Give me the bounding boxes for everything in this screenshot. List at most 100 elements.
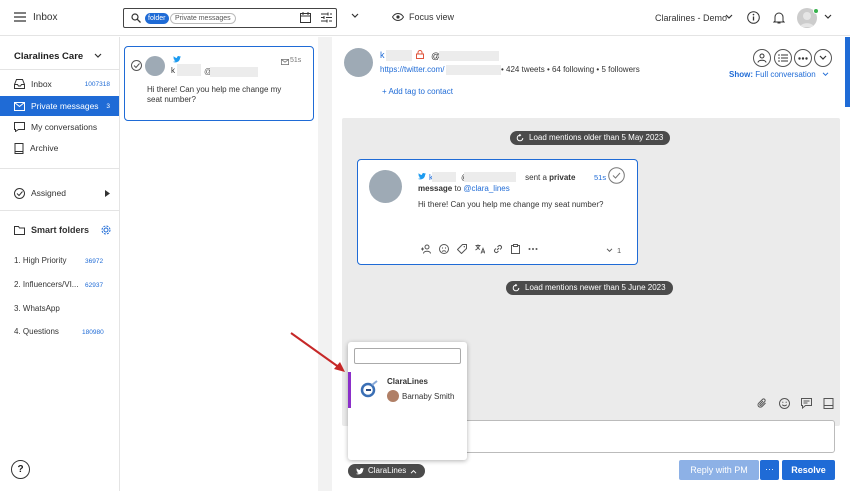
contact-profile-button[interactable] — [753, 49, 771, 67]
avatar — [369, 170, 402, 203]
add-tag-link[interactable]: + Add tag to contact — [382, 87, 453, 96]
load-newer-button[interactable]: Load mentions newer than 5 June 2023 — [506, 281, 673, 295]
sidebar-item-label: Private messages — [31, 101, 99, 111]
paperclip-icon[interactable] — [757, 398, 768, 409]
more-reply-options-button[interactable]: ··· — [760, 460, 779, 480]
channel-option-claralines[interactable]: ClaraLines Barnaby Smith — [348, 372, 467, 408]
channel-dropdown: ClaraLines Barnaby Smith — [348, 342, 467, 460]
smart-folders-header[interactable]: Smart folders — [0, 220, 119, 240]
bell-icon[interactable] — [773, 11, 785, 24]
annotation-arrow-icon — [290, 332, 345, 372]
search-input[interactable]: folder Private messages — [123, 8, 337, 28]
redacted-name — [432, 172, 456, 182]
smart-folder-influencers[interactable]: 2. Influencers/VI... — [14, 280, 78, 289]
message-actions — [421, 244, 538, 254]
ellipsis-icon[interactable] — [528, 244, 538, 254]
sidebar: Claralines Care Inbox 1007318 Private me… — [0, 37, 120, 491]
chevron-down-icon[interactable] — [351, 13, 359, 19]
show-label: Show: — [729, 70, 753, 79]
sidebar-item-label: Archive — [30, 143, 59, 153]
help-button[interactable]: ? — [11, 460, 30, 479]
archive-book-icon — [14, 142, 24, 154]
scrollbar[interactable] — [318, 37, 332, 491]
channel-search-input[interactable] — [354, 348, 461, 364]
inbox-icon — [14, 79, 25, 89]
page-title: Inbox — [33, 12, 58, 23]
resolve-button[interactable]: Resolve — [782, 460, 835, 480]
redacted-handle — [210, 67, 258, 77]
folder-icon — [14, 225, 25, 235]
sidebar-item-my-conversations[interactable]: My conversations — [0, 117, 119, 137]
sent-a-text: sent a — [525, 173, 547, 182]
more-options-button[interactable] — [794, 49, 812, 67]
search-chip-private-messages[interactable]: Private messages — [170, 13, 236, 24]
contact-profile-link[interactable]: https://twitter.com/ — [380, 65, 444, 74]
filter-icon[interactable] — [321, 12, 332, 23]
message-word: message — [418, 184, 453, 193]
smart-folder-high-priority[interactable]: 1. High Priority — [14, 256, 66, 265]
sidebar-item-archive[interactable]: Archive — [0, 138, 119, 158]
conversation-card[interactable]: k @ 51s Hi there! Can you help me change… — [124, 46, 314, 121]
message-card[interactable]: k@sent a private message to @clara_lines… — [357, 159, 638, 265]
show-value: Full conversation — [755, 70, 816, 79]
count-badge: 36972 — [85, 258, 104, 265]
scroll-indicator — [845, 37, 850, 107]
recipient-handle[interactable]: @clara_lines — [463, 184, 509, 193]
calendar-icon[interactable] — [300, 12, 311, 23]
focus-view-button[interactable]: Focus view — [392, 12, 454, 22]
smart-folder-whatsapp[interactable]: 3. WhatsApp — [14, 304, 60, 313]
link-icon[interactable] — [493, 244, 503, 254]
load-older-label: Load mentions older than 5 May 2023 — [529, 133, 664, 142]
list-view-button[interactable] — [774, 49, 792, 67]
redacted-handle — [464, 172, 516, 182]
envelope-icon — [281, 59, 289, 65]
account-selector[interactable]: Claralines - Demo — [655, 13, 727, 23]
selected-indicator — [348, 372, 351, 408]
avatar — [145, 56, 165, 76]
count-badge: 180980 — [82, 329, 104, 336]
reply-channel-selector[interactable]: ClaraLines — [348, 464, 426, 478]
help-circle-icon[interactable] — [747, 11, 760, 24]
top-bar: Inbox folder Private messages Focus view… — [0, 0, 850, 36]
check-circle-icon[interactable] — [131, 60, 142, 71]
saved-reply-icon[interactable] — [801, 398, 812, 409]
clipboard-icon[interactable] — [511, 244, 520, 254]
count-badge: 1007318 — [84, 80, 110, 88]
message-body: Hi there! Can you help me change my seat… — [418, 200, 604, 209]
chevron-down-icon[interactable] — [725, 14, 733, 20]
reply-with-pm-button[interactable]: Reply with PM — [679, 460, 759, 480]
sidebar-item-assigned[interactable]: Assigned — [0, 183, 119, 203]
show-conversation-toggle[interactable]: Show: Full conversation — [729, 70, 829, 79]
sidebar-item-label: Assigned — [31, 188, 66, 198]
chevron-down-icon[interactable] — [824, 14, 832, 20]
sidebar-item-private-messages[interactable]: Private messages 3 — [0, 96, 119, 116]
online-status-dot — [813, 8, 819, 14]
gear-icon[interactable] — [101, 225, 111, 235]
reply-count[interactable]: 1 — [606, 246, 621, 255]
note-icon[interactable] — [823, 398, 834, 409]
sentiment-sad-icon[interactable] — [439, 244, 449, 254]
count-badge: 3 — [106, 102, 110, 110]
smart-folder-questions[interactable]: 4. Questions — [14, 327, 59, 336]
check-circle-icon[interactable] — [608, 167, 625, 184]
workspace-title[interactable]: Claralines Care — [14, 51, 83, 62]
chat-icon — [14, 122, 25, 132]
envelope-icon — [14, 101, 25, 111]
load-older-button[interactable]: Load mentions older than 5 May 2023 — [510, 131, 671, 145]
translate-icon[interactable] — [475, 244, 485, 254]
chevron-down-icon[interactable] — [94, 53, 102, 59]
collapse-button[interactable] — [814, 49, 832, 67]
channel-brand-name: ClaraLines — [387, 377, 428, 386]
search-chip-folder[interactable]: folder — [145, 13, 169, 24]
sidebar-item-inbox[interactable]: Inbox 1007318 — [0, 74, 119, 94]
hamburger-menu-icon[interactable] — [14, 12, 26, 22]
reply-textarea[interactable] — [464, 420, 835, 453]
emoji-icon[interactable] — [779, 398, 790, 409]
contact-name[interactable]: k — [380, 50, 385, 60]
focus-view-label: Focus view — [409, 12, 455, 22]
tag-icon[interactable] — [457, 244, 467, 254]
reply-toolbar — [757, 398, 834, 409]
count-badge: 62937 — [85, 282, 104, 289]
chevron-down-icon — [819, 55, 827, 61]
assign-user-icon[interactable] — [421, 244, 431, 254]
